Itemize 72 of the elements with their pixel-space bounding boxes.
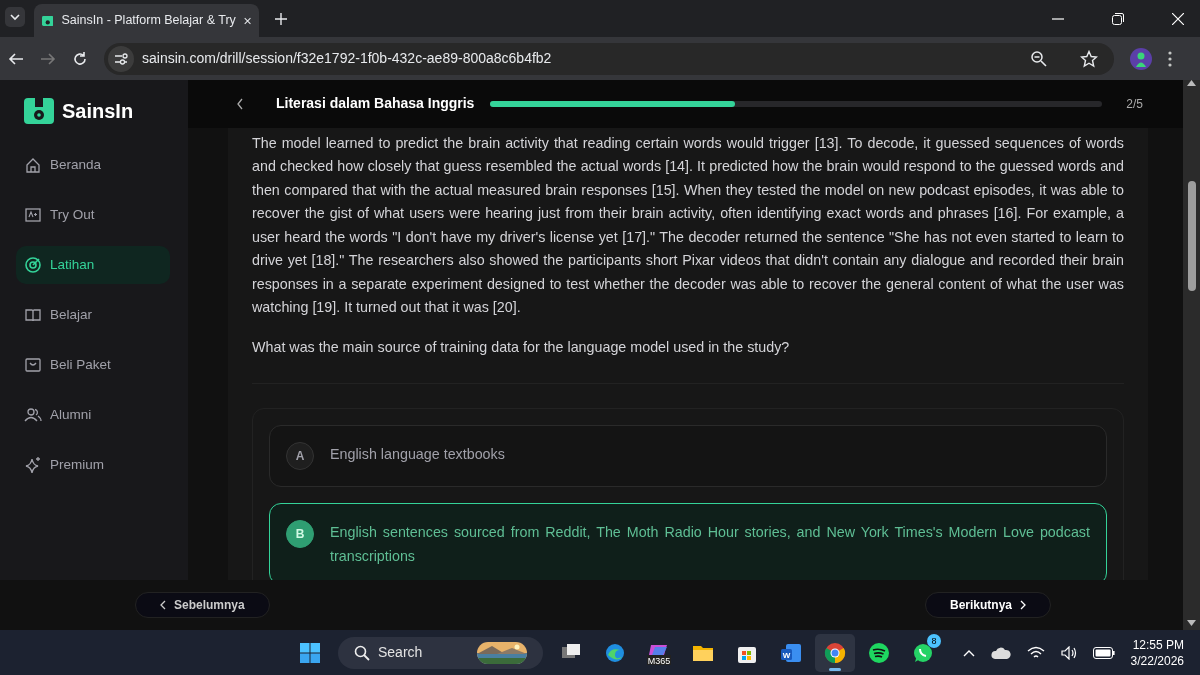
speaker-icon[interactable] — [1060, 645, 1077, 660]
scrollbar-thumb[interactable] — [1187, 181, 1196, 291]
profile-avatar-icon[interactable] — [1130, 47, 1152, 70]
taskbar-search[interactable]: Search — [338, 636, 543, 669]
clock-date: 3/22/2026 — [1130, 652, 1184, 669]
favicon-icon — [42, 13, 54, 28]
sidebar-item[interactable]: Try Out — [16, 196, 170, 234]
option-letter: B — [286, 520, 314, 549]
bookmark-star-icon[interactable] — [1080, 49, 1098, 68]
more-menu-icon[interactable] — [1168, 50, 1172, 67]
bag-icon — [24, 356, 42, 374]
sidebar-item[interactable]: Beli Paket — [16, 346, 170, 384]
close-icon[interactable] — [243, 15, 251, 26]
exam-sheet-icon — [24, 206, 42, 224]
sidebar-item[interactable]: Belajar — [16, 296, 170, 334]
reload-icon[interactable] — [72, 50, 88, 67]
back-chevron-icon[interactable] — [236, 97, 244, 110]
scroll-down-icon[interactable] — [1187, 620, 1196, 626]
address-bar[interactable]: sainsin.com/drill/session/f32e1792-1f0b-432c-ae89-800a8c6b4fb2 — [104, 42, 1114, 75]
scrollbar[interactable] — [1183, 80, 1200, 630]
forward-icon[interactable] — [40, 50, 56, 67]
app-label: M365 — [647, 655, 671, 665]
tab-title: SainsIn - Platform Belajar & Try — [61, 12, 236, 30]
chevron-left-icon — [160, 600, 166, 610]
cloud-icon[interactable] — [990, 646, 1011, 659]
previous-button[interactable]: Sebelumnya — [135, 592, 270, 618]
music-app-icon — [867, 640, 891, 665]
site-settings-icon[interactable] — [108, 45, 134, 72]
tab-list-icon[interactable] — [5, 6, 25, 27]
sidebar-item[interactable]: Premium — [16, 446, 170, 484]
chevron-right-icon — [1020, 600, 1026, 610]
new-tab-icon[interactable] — [275, 12, 287, 25]
sidebar-item[interactable]: Alumni — [16, 396, 170, 434]
app-label: W — [782, 650, 791, 660]
taskbar-app[interactable]: 8 — [903, 633, 943, 672]
battery-icon[interactable] — [1092, 646, 1115, 659]
zoom-out-icon[interactable] — [1030, 49, 1048, 68]
option-text: English language textbooks — [330, 445, 505, 465]
next-button[interactable]: Berikutnya — [924, 592, 1051, 618]
progress-count: 2/5 — [1126, 95, 1143, 113]
taskbar-app[interactable]: M365 — [639, 633, 679, 672]
answer-option[interactable]: B English sentences sourced from Reddit, The Moth Radio Hour stories, and New York Times's Modern Love podcast transcriptions — [269, 503, 1107, 580]
target-icon — [24, 256, 42, 274]
browser-tab[interactable]: SainsIn - Platform Belajar & Try — [34, 4, 259, 37]
option-letter: A — [286, 442, 314, 471]
restore-icon[interactable] — [1112, 12, 1124, 25]
clock-time: 12:55 PM — [1131, 636, 1184, 653]
close-icon[interactable] — [1172, 12, 1184, 25]
url-text: sainsin.com/drill/session/f32e1792-1f0b-432c-ae89-800a8c6b4fb2 — [142, 49, 553, 68]
taskbar-app[interactable]: W — [771, 633, 811, 672]
book-icon — [24, 306, 42, 324]
taskbar-clock[interactable]: 12:55 PM 3/22/2026 — [1130, 636, 1184, 669]
chrome-icon — [823, 640, 847, 665]
home-icon — [24, 156, 42, 174]
sidebar-item[interactable]: Beranda — [16, 146, 170, 184]
sparkle-icon — [24, 456, 42, 474]
taskbar-app[interactable] — [815, 633, 855, 672]
answer-option[interactable]: A English language textbooks — [269, 425, 1107, 488]
lesson-title: Literasi dalam Bahasa Inggris — [276, 94, 475, 114]
notification-badge: 8 — [927, 633, 941, 648]
logo-text: SainsIn — [62, 99, 134, 124]
windows-logo-icon — [299, 641, 321, 664]
logo-icon — [24, 98, 54, 124]
show-hidden-icon[interactable] — [962, 648, 975, 657]
users-icon — [24, 406, 42, 424]
search-icon — [354, 644, 370, 661]
sidebar-item[interactable]: Latihan — [16, 246, 170, 284]
wifi-icon[interactable] — [1026, 645, 1045, 660]
question-text: What was the main source of training data for the language model used in the study? — [252, 337, 791, 357]
option-text: English sentences sourced from Reddit, The Moth Radio Hour stories, and New York Times's Modern Love podcast transcriptions — [330, 523, 1090, 567]
passage-text: The model learned to predict the brain activity that reading certain words would trigger [13]. To decode, it guessed sequences of words and checked how closely that guess resembled the actual words [14]. It predicted how the brain would respond to the guessed words and then compared that with the actual measured brain responses [15]. When they tested the model on new podcast episodes, it was able to recover the gist of what users were hearing just from their brain activity, often identifying exact words and phrases [16]. For example, a user heard the words "I don't have my driver's license yet [17]." The decoder returned the sentence "She has not even started to learn to drive yet [18]." The researchers also showed the participants short Pixar videos that didn't contain any dialogue and recorded their brain responses in a separate experiment designed to test whether the decoder was able to recover the general content of what the user was watching [19]. It turned out that it was [20]. — [252, 133, 1124, 318]
back-icon[interactable] — [8, 50, 24, 67]
